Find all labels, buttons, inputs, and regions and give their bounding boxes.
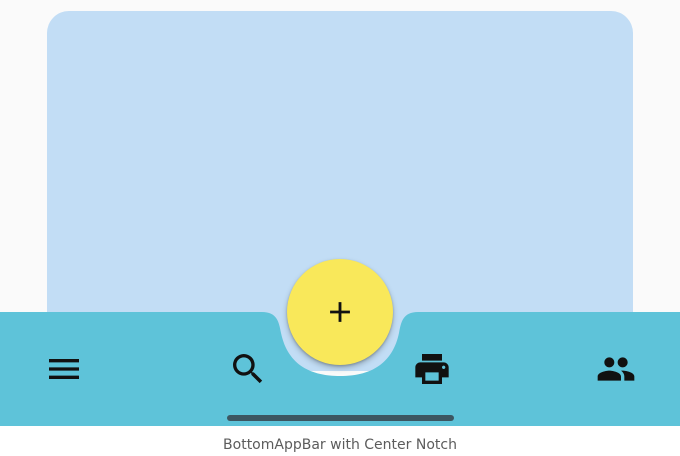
menu-button[interactable] (39, 344, 89, 394)
app-screen (0, 0, 680, 426)
search-button[interactable] (223, 344, 273, 394)
print-button[interactable] (407, 344, 457, 394)
people-icon (597, 357, 635, 381)
print-icon (415, 354, 449, 384)
people-button[interactable] (591, 344, 641, 394)
add-fab-button[interactable] (287, 259, 393, 365)
add-icon (330, 302, 350, 322)
search-icon (233, 354, 263, 384)
home-indicator[interactable] (227, 415, 454, 421)
caption: BottomAppBar with Center Notch (223, 437, 457, 453)
menu-icon (49, 359, 79, 379)
